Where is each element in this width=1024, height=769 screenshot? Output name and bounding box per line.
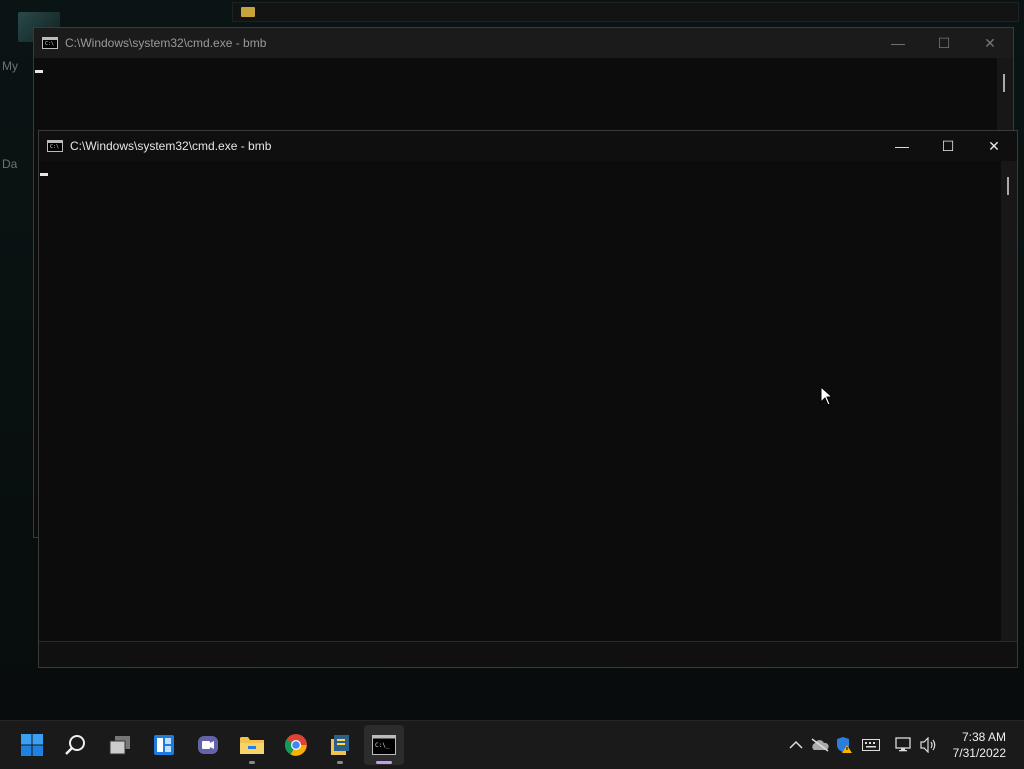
onedrive-offline-icon [811, 738, 829, 752]
maximize-button[interactable]: ☐ [921, 28, 967, 58]
title-bar[interactable]: C:\ C:\Windows\system32\cmd.exe - bmb — … [34, 28, 1013, 58]
window-title: C:\Windows\system32\cmd.exe - bmb [70, 139, 272, 153]
minimize-button[interactable]: — [879, 131, 925, 161]
chevron-up-icon [789, 740, 803, 749]
window-title: C:\Windows\system32\cmd.exe - bmb [65, 36, 267, 50]
text-cursor [35, 70, 43, 73]
volume-button[interactable] [918, 735, 940, 755]
onedrive-button[interactable] [810, 735, 830, 755]
cmd-icon: C:\_ [372, 735, 396, 755]
widgets-icon [154, 735, 174, 755]
cmd-taskbar-button[interactable]: C:\_ [364, 725, 404, 765]
windows-logo-icon [21, 734, 43, 756]
python-icon [331, 735, 349, 755]
speaker-icon [920, 737, 936, 753]
shield-warning-icon [837, 737, 852, 753]
vertical-scrollbar[interactable] [1001, 161, 1017, 642]
network-icon [895, 737, 911, 752]
desktop: My Da C:\ C:\Windows\system32\cmd.exe - … [0, 0, 1024, 720]
scrollbar-thumb[interactable] [1003, 74, 1005, 92]
teams-chat-icon [198, 736, 218, 754]
text-cursor [40, 173, 48, 176]
cmd-icon: C:\ [47, 140, 63, 152]
close-button[interactable]: ✕ [967, 28, 1013, 58]
title-bar[interactable]: C:\ C:\Windows\system32\cmd.exe - bmb — … [39, 131, 1017, 161]
python-button[interactable] [320, 725, 360, 765]
search-icon [65, 735, 85, 755]
show-hidden-icons-button[interactable] [786, 735, 806, 755]
minimize-button[interactable]: — [875, 28, 921, 58]
taskbar: C:\_ 7:38 AM 7/31/2022 [0, 720, 1024, 769]
folder-icon [240, 737, 264, 754]
keyboard-icon [862, 739, 880, 751]
clock-date: 7/31/2022 [952, 746, 1006, 760]
mouse-pointer-icon [820, 386, 834, 406]
network-button[interactable] [892, 735, 914, 755]
scrollbar-thumb[interactable] [1007, 177, 1009, 195]
security-button[interactable] [834, 735, 854, 755]
console-area[interactable] [39, 161, 1001, 642]
search-button[interactable] [56, 725, 96, 765]
background-explorer-window[interactable] [232, 2, 1019, 22]
start-button[interactable] [12, 725, 52, 765]
close-button[interactable]: ✕ [971, 131, 1017, 161]
active-indicator [376, 761, 392, 764]
desktop-label-my: My [2, 59, 18, 73]
input-indicator-button[interactable] [860, 735, 882, 755]
widgets-button[interactable] [144, 725, 184, 765]
running-indicator [249, 761, 255, 764]
svg-text:C:\_: C:\_ [375, 742, 390, 749]
folder-icon [241, 7, 255, 17]
chrome-button[interactable] [276, 725, 316, 765]
maximize-button[interactable]: ☐ [925, 131, 971, 161]
cmd-icon: C:\ [42, 37, 58, 49]
chat-button[interactable] [188, 725, 228, 765]
desktop-label-da: Da [2, 157, 18, 171]
horizontal-scrollbar[interactable] [39, 641, 1017, 667]
running-indicator [337, 761, 343, 764]
task-view-icon [109, 736, 130, 755]
clock-time: 7:38 AM [961, 730, 1006, 744]
file-explorer-button[interactable] [232, 725, 272, 765]
chrome-icon [285, 734, 307, 756]
clock[interactable]: 7:38 AM 7/31/2022 [953, 729, 1006, 761]
cmd-window-front[interactable]: C:\ C:\Windows\system32\cmd.exe - bmb — … [38, 130, 1018, 668]
task-view-button[interactable] [100, 725, 140, 765]
